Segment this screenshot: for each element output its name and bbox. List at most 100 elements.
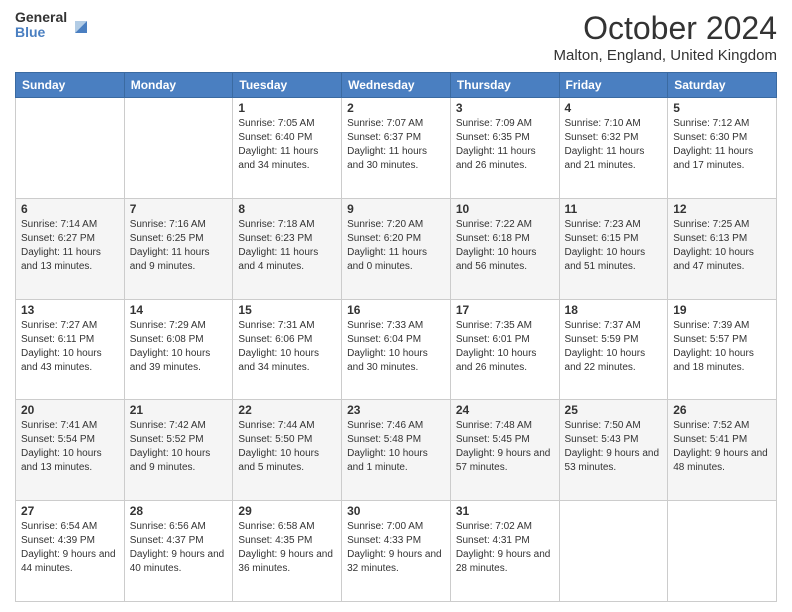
day-info: Sunrise: 7:46 AM Sunset: 5:48 PM Dayligh… [347, 419, 445, 475]
daylight-text: Daylight: 10 hours and 9 minutes. [130, 447, 228, 475]
day-info: Sunrise: 7:42 AM Sunset: 5:52 PM Dayligh… [130, 419, 228, 475]
sunrise-text: Sunrise: 7:02 AM [456, 520, 554, 534]
table-row: 26 Sunrise: 7:52 AM Sunset: 5:41 PM Dayl… [668, 400, 777, 501]
table-row: 20 Sunrise: 7:41 AM Sunset: 5:54 PM Dayl… [16, 400, 125, 501]
sunrise-text: Sunrise: 6:56 AM [130, 520, 228, 534]
sunrise-text: Sunrise: 7:09 AM [456, 117, 554, 131]
sunrise-text: Sunrise: 7:37 AM [565, 319, 663, 333]
day-number: 29 [238, 504, 336, 518]
sunset-text: Sunset: 6:06 PM [238, 333, 336, 347]
daylight-text: Daylight: 10 hours and 13 minutes. [21, 447, 119, 475]
sunrise-text: Sunrise: 7:42 AM [130, 419, 228, 433]
daylight-text: Daylight: 10 hours and 22 minutes. [565, 347, 663, 375]
col-wednesday: Wednesday [342, 73, 451, 98]
sunset-text: Sunset: 6:11 PM [21, 333, 119, 347]
day-info: Sunrise: 7:48 AM Sunset: 5:45 PM Dayligh… [456, 419, 554, 475]
sunset-text: Sunset: 4:37 PM [130, 534, 228, 548]
day-number: 6 [21, 202, 119, 216]
calendar-table: Sunday Monday Tuesday Wednesday Thursday… [15, 72, 777, 602]
day-info: Sunrise: 7:18 AM Sunset: 6:23 PM Dayligh… [238, 218, 336, 274]
daylight-text: Daylight: 10 hours and 26 minutes. [456, 347, 554, 375]
daylight-text: Daylight: 10 hours and 30 minutes. [347, 347, 445, 375]
daylight-text: Daylight: 9 hours and 40 minutes. [130, 548, 228, 576]
table-row: 27 Sunrise: 6:54 AM Sunset: 4:39 PM Dayl… [16, 501, 125, 602]
table-row: 17 Sunrise: 7:35 AM Sunset: 6:01 PM Dayl… [450, 299, 559, 400]
sunrise-text: Sunrise: 7:27 AM [21, 319, 119, 333]
sunset-text: Sunset: 6:25 PM [130, 232, 228, 246]
sunset-text: Sunset: 6:37 PM [347, 131, 445, 145]
sunrise-text: Sunrise: 7:31 AM [238, 319, 336, 333]
sunset-text: Sunset: 6:13 PM [673, 232, 771, 246]
day-info: Sunrise: 7:39 AM Sunset: 5:57 PM Dayligh… [673, 319, 771, 375]
sunrise-text: Sunrise: 7:50 AM [565, 419, 663, 433]
sunrise-text: Sunrise: 6:54 AM [21, 520, 119, 534]
sunset-text: Sunset: 6:18 PM [456, 232, 554, 246]
daylight-text: Daylight: 10 hours and 1 minute. [347, 447, 445, 475]
day-info: Sunrise: 6:58 AM Sunset: 4:35 PM Dayligh… [238, 520, 336, 576]
day-number: 15 [238, 303, 336, 317]
calendar-week-row: 27 Sunrise: 6:54 AM Sunset: 4:39 PM Dayl… [16, 501, 777, 602]
day-info: Sunrise: 7:52 AM Sunset: 5:41 PM Dayligh… [673, 419, 771, 475]
table-row: 15 Sunrise: 7:31 AM Sunset: 6:06 PM Dayl… [233, 299, 342, 400]
daylight-text: Daylight: 10 hours and 5 minutes. [238, 447, 336, 475]
sunset-text: Sunset: 5:48 PM [347, 433, 445, 447]
table-row: 28 Sunrise: 6:56 AM Sunset: 4:37 PM Dayl… [124, 501, 233, 602]
day-number: 25 [565, 403, 663, 417]
day-number: 14 [130, 303, 228, 317]
sunrise-text: Sunrise: 7:14 AM [21, 218, 119, 232]
sunrise-text: Sunrise: 7:35 AM [456, 319, 554, 333]
day-info: Sunrise: 7:12 AM Sunset: 6:30 PM Dayligh… [673, 117, 771, 173]
sunrise-text: Sunrise: 7:41 AM [21, 419, 119, 433]
calendar-header-row: Sunday Monday Tuesday Wednesday Thursday… [16, 73, 777, 98]
day-info: Sunrise: 7:37 AM Sunset: 5:59 PM Dayligh… [565, 319, 663, 375]
daylight-text: Daylight: 10 hours and 51 minutes. [565, 246, 663, 274]
daylight-text: Daylight: 11 hours and 30 minutes. [347, 145, 445, 173]
col-tuesday: Tuesday [233, 73, 342, 98]
day-number: 24 [456, 403, 554, 417]
day-number: 3 [456, 101, 554, 115]
day-info: Sunrise: 7:50 AM Sunset: 5:43 PM Dayligh… [565, 419, 663, 475]
table-row: 30 Sunrise: 7:00 AM Sunset: 4:33 PM Dayl… [342, 501, 451, 602]
day-number: 7 [130, 202, 228, 216]
day-number: 12 [673, 202, 771, 216]
header: General Blue October 2024 Malton, Englan… [15, 10, 777, 64]
day-info: Sunrise: 7:22 AM Sunset: 6:18 PM Dayligh… [456, 218, 554, 274]
day-info: Sunrise: 7:02 AM Sunset: 4:31 PM Dayligh… [456, 520, 554, 576]
sunrise-text: Sunrise: 7:05 AM [238, 117, 336, 131]
col-friday: Friday [559, 73, 668, 98]
calendar-week-row: 6 Sunrise: 7:14 AM Sunset: 6:27 PM Dayli… [16, 198, 777, 299]
sunset-text: Sunset: 6:01 PM [456, 333, 554, 347]
day-number: 11 [565, 202, 663, 216]
sunrise-text: Sunrise: 7:16 AM [130, 218, 228, 232]
day-number: 23 [347, 403, 445, 417]
day-info: Sunrise: 7:09 AM Sunset: 6:35 PM Dayligh… [456, 117, 554, 173]
sunrise-text: Sunrise: 7:12 AM [673, 117, 771, 131]
sunset-text: Sunset: 5:43 PM [565, 433, 663, 447]
day-info: Sunrise: 6:56 AM Sunset: 4:37 PM Dayligh… [130, 520, 228, 576]
day-info: Sunrise: 7:20 AM Sunset: 6:20 PM Dayligh… [347, 218, 445, 274]
day-number: 19 [673, 303, 771, 317]
day-info: Sunrise: 7:16 AM Sunset: 6:25 PM Dayligh… [130, 218, 228, 274]
col-saturday: Saturday [668, 73, 777, 98]
daylight-text: Daylight: 9 hours and 53 minutes. [565, 447, 663, 475]
table-row: 8 Sunrise: 7:18 AM Sunset: 6:23 PM Dayli… [233, 198, 342, 299]
sunrise-text: Sunrise: 7:23 AM [565, 218, 663, 232]
daylight-text: Daylight: 11 hours and 9 minutes. [130, 246, 228, 274]
sunrise-text: Sunrise: 7:44 AM [238, 419, 336, 433]
sunset-text: Sunset: 4:33 PM [347, 534, 445, 548]
sunrise-text: Sunrise: 7:10 AM [565, 117, 663, 131]
location: Malton, England, United Kingdom [554, 47, 777, 64]
sunrise-text: Sunrise: 7:07 AM [347, 117, 445, 131]
table-row: 21 Sunrise: 7:42 AM Sunset: 5:52 PM Dayl… [124, 400, 233, 501]
sunset-text: Sunset: 5:45 PM [456, 433, 554, 447]
day-number: 8 [238, 202, 336, 216]
daylight-text: Daylight: 11 hours and 4 minutes. [238, 246, 336, 274]
table-row: 23 Sunrise: 7:46 AM Sunset: 5:48 PM Dayl… [342, 400, 451, 501]
sunrise-text: Sunrise: 7:48 AM [456, 419, 554, 433]
day-info: Sunrise: 7:31 AM Sunset: 6:06 PM Dayligh… [238, 319, 336, 375]
sunrise-text: Sunrise: 7:00 AM [347, 520, 445, 534]
table-row: 2 Sunrise: 7:07 AM Sunset: 6:37 PM Dayli… [342, 98, 451, 199]
day-info: Sunrise: 7:44 AM Sunset: 5:50 PM Dayligh… [238, 419, 336, 475]
day-number: 13 [21, 303, 119, 317]
sunset-text: Sunset: 4:39 PM [21, 534, 119, 548]
